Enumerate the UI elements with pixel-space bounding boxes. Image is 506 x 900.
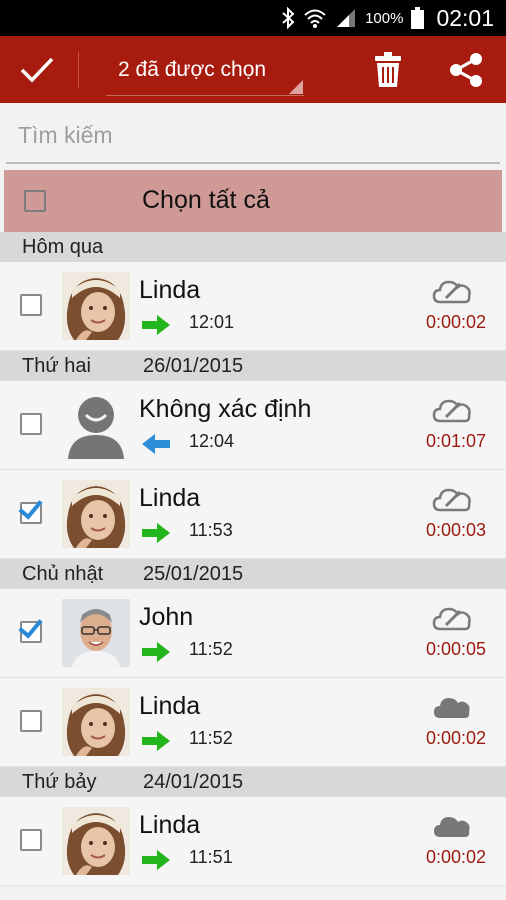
avatar [62,272,130,340]
battery-icon [411,7,425,29]
delete-button[interactable] [368,50,408,90]
day-label: Chủ nhật [22,563,104,585]
outgoing-call-icon [142,731,170,751]
call-row[interactable]: Linda 11:51 0:00:02 [0,797,506,886]
cloud-crossed-icon[interactable] [432,276,472,306]
cloud-crossed-icon[interactable] [432,395,472,425]
call-direction [141,522,171,544]
date-header: Thứ hai 26/01/2015 [0,351,506,381]
call-time: 11:51 [189,847,233,867]
checkmark-icon [20,57,54,83]
call-duration: 0:00:02 [425,728,486,748]
battery-level: 100% [365,9,404,27]
row-checkbox[interactable] [20,621,42,643]
trash-icon [375,52,401,87]
call-time: 12:01 [189,312,235,332]
day-label: Thứ hai [22,355,91,377]
contact-name: Linda [139,484,201,512]
signal-icon [337,9,356,27]
outgoing-call-icon [142,642,170,662]
call-duration: 0:00:02 [425,847,486,867]
call-duration: 0:01:07 [425,431,486,451]
call-list: Hôm qua Linda 12:01 0:00:02 Thứ hai 26/01/201… [0,232,506,886]
avatar [62,480,130,548]
call-row[interactable]: Linda 11:52 0:00:02 [0,678,506,767]
action-bar: 2 đã được chọn [0,36,506,103]
call-time: 11:52 [189,728,233,748]
divider [78,52,79,88]
contact-name: Linda [139,692,201,720]
selection-count: 2 đã được chọn [118,58,267,81]
call-direction [141,849,171,871]
contact-name: Linda [139,276,201,304]
row-checkbox[interactable] [20,413,42,435]
row-checkbox[interactable] [20,710,42,732]
avatar [62,688,130,756]
call-time: 11:53 [189,520,233,540]
contact-name: Không xác định [139,395,312,423]
call-direction [141,730,171,752]
call-duration: 0:00:02 [425,312,486,332]
call-time: 12:04 [189,431,235,451]
call-duration: 0:00:03 [425,520,486,540]
cloud-crossed-icon[interactable] [432,484,472,514]
clock: 02:01 [436,4,494,31]
cloud-crossed-icon[interactable] [432,603,472,633]
select-all-row[interactable]: Chọn tất cả [4,170,502,232]
outgoing-call-icon [142,315,170,335]
contact-name: Linda [139,811,201,839]
call-row[interactable]: Linda 11:53 0:00:03 [0,470,506,559]
date-label: 25/01/2015 [143,563,244,585]
dropdown-corner-icon [289,80,303,94]
call-direction [141,641,171,663]
row-checkbox[interactable] [20,502,42,524]
search-input[interactable] [6,110,500,160]
call-row[interactable]: Không xác định 12:04 0:01:07 [0,381,506,470]
call-row[interactable]: John 11:52 0:00:05 [0,589,506,678]
day-label: Thứ bảy [22,771,97,793]
status-bar: 100% 02:01 [0,0,506,36]
row-checkbox[interactable] [20,829,42,851]
bluetooth-icon [282,7,295,29]
avatar [62,599,130,667]
call-duration: 0:00:05 [425,639,486,659]
share-button[interactable] [446,50,486,90]
select-all-label: Chọn tất cả [142,186,270,214]
select-all-checkbox[interactable] [24,190,46,212]
outgoing-call-icon [142,850,170,870]
row-checkbox[interactable] [20,294,42,316]
avatar [62,391,130,459]
date-header: Hôm qua [0,232,506,262]
incoming-call-icon [142,434,170,454]
date-label: 24/01/2015 [143,771,244,793]
search-bar [6,110,500,164]
call-direction [141,314,171,336]
done-button[interactable] [14,50,60,90]
date-label: 26/01/2015 [143,355,244,377]
contact-name: John [139,603,194,631]
day-label: Hôm qua [22,236,104,258]
call-time: 11:52 [189,639,233,659]
call-direction [141,433,171,455]
wifi-icon [304,9,326,28]
cloud-filled-icon[interactable] [432,692,472,722]
cloud-filled-icon[interactable] [432,811,472,841]
date-header: Chủ nhật 25/01/2015 [0,559,506,589]
selection-dropdown[interactable]: 2 đã được chọn [106,48,304,96]
date-header: Thứ bảy 24/01/2015 [0,767,506,797]
outgoing-call-icon [142,523,170,543]
call-row[interactable]: Linda 12:01 0:00:02 [0,262,506,351]
share-icon [450,53,482,87]
avatar [62,807,130,875]
